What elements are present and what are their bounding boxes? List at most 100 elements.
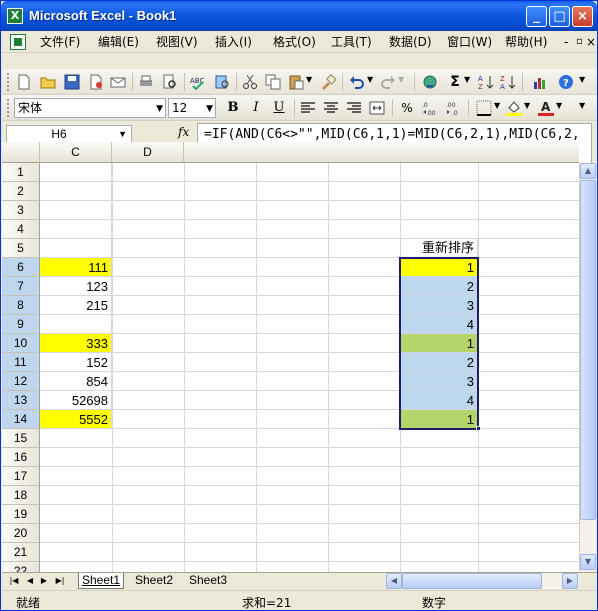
decrease-decimal-icon[interactable]: .00.0: [446, 100, 462, 116]
redo-dropdown-icon[interactable]: ▼: [398, 75, 404, 84]
column-header-c[interactable]: C: [40, 142, 112, 163]
undo-dropdown-icon[interactable]: ▼: [367, 75, 373, 84]
cell-c9[interactable]: [40, 315, 112, 334]
help-icon[interactable]: ?: [558, 74, 574, 90]
cell-c5[interactable]: [40, 239, 112, 258]
format-painter-icon[interactable]: [320, 74, 336, 90]
scroll-down-icon[interactable]: ▼: [580, 554, 596, 570]
hyperlink-icon[interactable]: [422, 74, 438, 90]
new-document-icon[interactable]: [16, 74, 32, 90]
redo-icon[interactable]: [380, 74, 396, 90]
row-header[interactable]: 2: [2, 182, 40, 201]
excel-app-icon[interactable]: X: [7, 8, 23, 24]
row-header[interactable]: 9: [2, 315, 40, 334]
percent-style-button[interactable]: %: [398, 99, 416, 117]
workbook-icon[interactable]: [10, 34, 26, 50]
cell-c2[interactable]: [40, 182, 112, 201]
row-header[interactable]: 8: [2, 296, 40, 315]
worksheet-grid[interactable]: C D 1 2 3 4 5 6 111 7 123 8 215 9 10 333 11 152 12 854 13 5…: [2, 142, 579, 572]
vertical-scrollbar[interactable]: ▲ ▼: [579, 163, 596, 572]
doc-minimize-button[interactable]: -: [564, 34, 568, 50]
row-header[interactable]: 1: [2, 163, 40, 182]
horizontal-scroll-thumb[interactable]: [402, 573, 542, 589]
sheet-tab-sheet2[interactable]: Sheet2: [132, 573, 176, 589]
cell-c6[interactable]: 111: [40, 258, 112, 277]
row-header[interactable]: 6: [2, 258, 40, 277]
sheet-tab-sheet1[interactable]: Sheet1: [78, 573, 125, 589]
row-header[interactable]: 15: [2, 429, 40, 448]
select-all-corner[interactable]: [2, 142, 40, 163]
sort-ascending-icon[interactable]: AZ: [478, 74, 494, 90]
research-icon[interactable]: [214, 74, 230, 90]
insert-function-icon[interactable]: fx: [178, 125, 189, 139]
row-header[interactable]: 14: [2, 410, 40, 429]
name-box[interactable]: H6 ▼: [6, 125, 132, 143]
row-header[interactable]: 22: [2, 562, 40, 572]
font-size-dropdown[interactable]: 12 ▼: [168, 98, 216, 118]
align-right-icon[interactable]: [346, 100, 362, 116]
menu-edit[interactable]: 编辑(E): [98, 34, 139, 50]
prev-sheet-icon[interactable]: ◀: [24, 574, 36, 588]
menu-insert[interactable]: 插入(I): [215, 34, 252, 50]
toolbar-grip[interactable]: [7, 99, 10, 117]
undo-icon[interactable]: [349, 74, 365, 90]
toolbar-grip[interactable]: [7, 73, 10, 91]
chart-wizard-icon[interactable]: [532, 74, 548, 90]
row-header[interactable]: 16: [2, 448, 40, 467]
email-icon[interactable]: [110, 74, 126, 90]
print-preview-icon[interactable]: [162, 74, 178, 90]
doc-close-button[interactable]: ×: [586, 34, 596, 50]
open-folder-icon[interactable]: [40, 74, 56, 90]
fill-handle[interactable]: [476, 426, 481, 431]
cell-c10[interactable]: 333: [40, 334, 112, 353]
align-left-icon[interactable]: [300, 100, 316, 116]
scroll-left-icon[interactable]: ◀: [386, 573, 402, 589]
first-sheet-icon[interactable]: |◀: [8, 574, 20, 588]
menu-help[interactable]: 帮助(H): [505, 34, 547, 50]
menu-file[interactable]: 文件(F): [40, 34, 80, 50]
font-color-dropdown-icon[interactable]: ▼: [556, 101, 562, 110]
fill-color-dropdown-icon[interactable]: ▼: [524, 101, 530, 110]
increase-decimal-icon[interactable]: .0.00: [422, 100, 438, 116]
cut-icon[interactable]: [242, 74, 258, 90]
row-header[interactable]: 21: [2, 543, 40, 562]
toolbar-options-icon[interactable]: ▼: [579, 75, 585, 84]
row-header[interactable]: 13: [2, 391, 40, 410]
close-button[interactable]: ×: [572, 6, 593, 27]
next-sheet-icon[interactable]: ▶: [38, 574, 50, 588]
autosum-dropdown-icon[interactable]: ▼: [464, 75, 470, 84]
vertical-scroll-thumb[interactable]: [580, 180, 596, 520]
row-header[interactable]: 17: [2, 467, 40, 486]
fill-color-icon[interactable]: [506, 100, 522, 116]
toolbar-options-icon[interactable]: ▼: [579, 101, 585, 110]
scroll-up-icon[interactable]: ▲: [580, 163, 596, 179]
menu-tools[interactable]: 工具(T): [331, 34, 372, 50]
paste-icon[interactable]: [288, 74, 304, 90]
row-header[interactable]: 7: [2, 277, 40, 296]
sheet-tab-sheet3[interactable]: Sheet3: [186, 573, 230, 589]
cell-c4[interactable]: [40, 220, 112, 239]
row-header[interactable]: 3: [2, 201, 40, 220]
menu-view[interactable]: 视图(V): [156, 34, 198, 50]
font-color-icon[interactable]: A: [538, 100, 554, 116]
sort-descending-icon[interactable]: ZA: [500, 74, 516, 90]
row-header[interactable]: 4: [2, 220, 40, 239]
merge-center-icon[interactable]: [369, 100, 385, 116]
copy-icon[interactable]: [265, 74, 281, 90]
paste-dropdown-icon[interactable]: ▼: [306, 75, 312, 84]
borders-dropdown-icon[interactable]: ▼: [494, 101, 500, 110]
menu-data[interactable]: 数据(D): [389, 34, 432, 50]
autosum-icon[interactable]: Σ: [446, 73, 464, 91]
scroll-right-icon[interactable]: ▶: [562, 573, 578, 589]
maximize-button[interactable]: □: [549, 6, 570, 27]
menu-format[interactable]: 格式(O): [273, 34, 316, 50]
print-icon[interactable]: [138, 74, 154, 90]
permission-icon[interactable]: [88, 74, 104, 90]
minimize-button[interactable]: _: [526, 6, 547, 27]
doc-restore-button[interactable]: ▫: [576, 34, 583, 50]
font-name-dropdown[interactable]: 宋体 ▼: [14, 98, 166, 118]
cell-c7[interactable]: 123: [40, 277, 112, 296]
cell-c13[interactable]: 52698: [40, 391, 112, 410]
italic-button[interactable]: I: [247, 99, 265, 117]
underline-button[interactable]: U: [270, 99, 288, 117]
